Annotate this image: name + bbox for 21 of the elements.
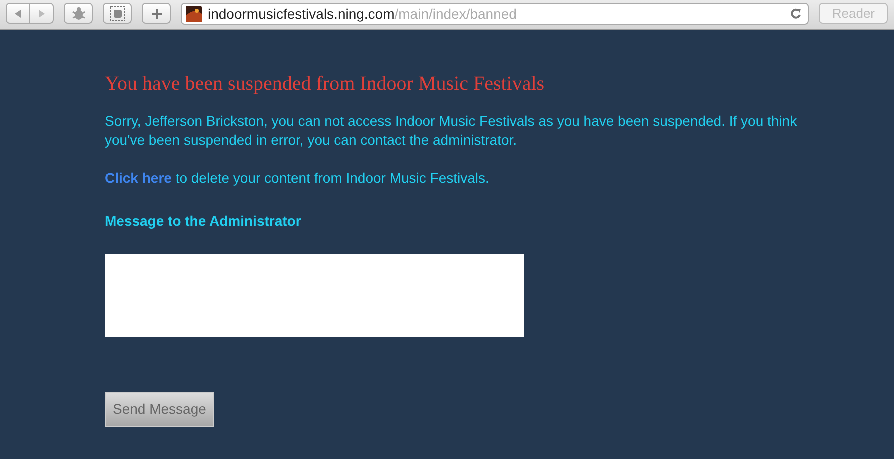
message-input-field[interactable] (105, 254, 524, 337)
delete-content-notice: Click here to delete your content from Indoor Music Festivals. (105, 169, 490, 188)
reload-icon[interactable] (790, 8, 802, 20)
bug-button[interactable] (64, 3, 93, 24)
suspension-message: Sorry, Jefferson Brickston, you can not access Indoor Music Festivals as you have been suspended. If you think you've been suspended in error, you can contact the administrator. (105, 112, 798, 150)
message-label: Message to the Administrator (105, 212, 302, 231)
forward-icon (36, 8, 46, 18)
send-message-button[interactable]: Send Message (105, 392, 214, 427)
plus-icon (150, 8, 162, 20)
forward-button[interactable] (30, 3, 54, 24)
address-field[interactable]: indoormusicfestivals.ning.com/main/index/banned (181, 3, 810, 25)
back-icon (13, 8, 23, 18)
new-tab-button[interactable] (142, 3, 171, 24)
bug-icon (70, 6, 86, 22)
page-title: You have been suspended from Indoor Music Festivals (105, 72, 546, 96)
url-text: indoormusicfestivals.ning.com/main/index/banned (208, 4, 518, 24)
back-button[interactable] (6, 3, 30, 24)
site-favicon-icon (186, 6, 202, 22)
snippet-button[interactable] (103, 3, 132, 24)
clipping-icon (110, 6, 126, 22)
click-here-link[interactable]: Click here (105, 170, 172, 186)
